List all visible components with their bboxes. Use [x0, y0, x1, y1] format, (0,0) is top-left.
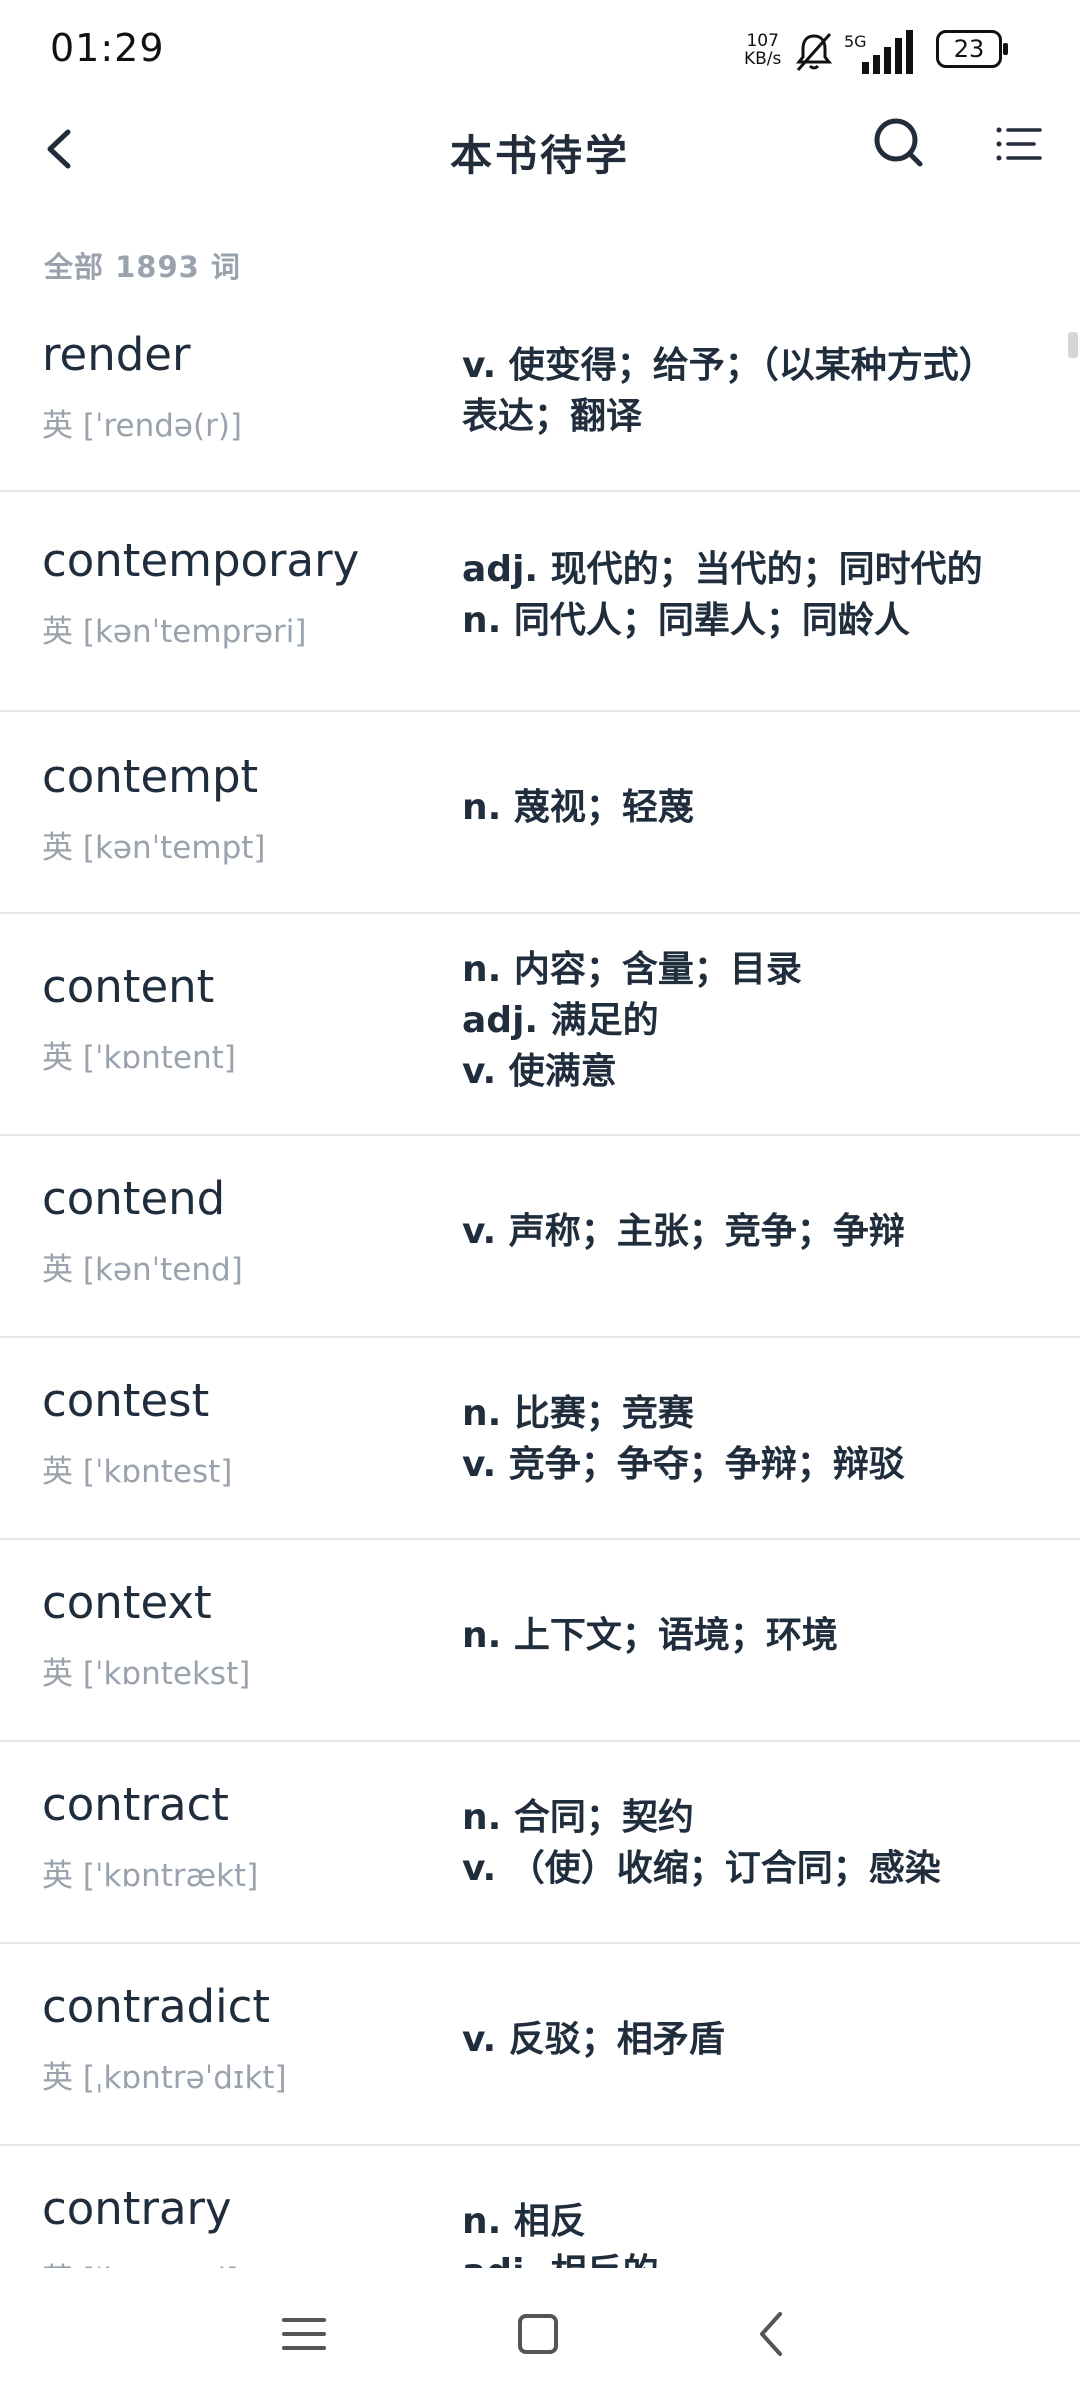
definition-line: n. 上下文；语境；环境 [462, 1615, 838, 1656]
word-phonetic: 英 [ˈkɒntent] [42, 1040, 236, 1076]
word-phonetic: 英 [ˈkɒntekst] [42, 1656, 251, 1692]
word-term: render [42, 328, 191, 381]
definition-line: v. 声称；主张；竞争；争辩 [462, 1211, 905, 1252]
definition-line: n. 比赛；竞赛 [462, 1393, 694, 1434]
word-definitions: n. 相反 adj. 相反的 [462, 2196, 1022, 2268]
signal-icon [862, 30, 913, 74]
word-phonetic: 英 [kənˈtend] [42, 1252, 243, 1288]
word-definitions: n. 蔑视；轻蔑 [462, 782, 1022, 833]
network-speed-value: 107 [746, 31, 779, 51]
word-definitions: n. 合同；契约 v. （使）收缩；订合同；感染 [462, 1792, 1022, 1894]
list-item[interactable]: contest 英 [ˈkɒntest] n. 比赛；竞赛 v. 竞争；争夺；争… [0, 1338, 1080, 1540]
word-count-label: 全部 1893 词 [44, 250, 241, 284]
definition-line: adj. 现代的；当代的；同时代的 [462, 549, 983, 590]
list-item[interactable]: contrary 英 [ˈkɒntrəri] n. 相反 adj. 相反的 [0, 2146, 1080, 2268]
recent-apps-icon[interactable] [278, 2308, 330, 2360]
word-term: contract [42, 1778, 229, 1831]
definition-line: n. 同代人；同辈人；同龄人 [462, 600, 910, 641]
definition-line: n. 相反 [462, 2201, 586, 2242]
definition-line: v. 竞争；争夺；争辩；辩驳 [462, 1444, 905, 1485]
definition-line: n. 蔑视；轻蔑 [462, 787, 694, 828]
network-speed: 107 KB/s [744, 32, 781, 68]
definition-line: adj. 满足的 [462, 1000, 659, 1041]
list-item[interactable]: contempt 英 [kənˈtempt] n. 蔑视；轻蔑 [0, 712, 1080, 914]
word-term: context [42, 1576, 212, 1629]
word-definitions: v. 反驳；相矛盾 [462, 2014, 1022, 2065]
definition-line: n. 内容；含量；目录 [462, 949, 802, 990]
battery-icon: 23 [936, 30, 1008, 68]
definition-line: v. 使变得；给予；（以某种方式）表达；翻译 [462, 345, 995, 437]
word-term: contradict [42, 1980, 270, 2033]
word-phonetic: 英 [kənˈtemprəri] [42, 614, 307, 650]
word-phonetic: 英 [kənˈtempt] [42, 830, 266, 866]
word-phonetic: 英 [ˈkɒntrækt] [42, 1858, 259, 1894]
system-nav-bar [0, 2268, 1080, 2400]
status-bar: 01:29 107 KB/s 5G 23 [0, 0, 1080, 100]
word-definitions: n. 上下文；语境；环境 [462, 1610, 1022, 1661]
word-term: contrary [42, 2182, 232, 2235]
word-definitions: n. 比赛；竞赛 v. 竞争；争夺；争辩；辩驳 [462, 1388, 1022, 1490]
home-icon[interactable] [512, 2308, 564, 2360]
status-time: 01:29 [50, 26, 165, 70]
definition-line: v. （使）收缩；订合同；感染 [462, 1848, 941, 1889]
word-phonetic: 英 [ˌkɒntrəˈdɪkt] [42, 2060, 287, 2096]
app-header: 本书待学 [0, 100, 1080, 200]
definition-line: v. 反驳；相矛盾 [462, 2019, 725, 2060]
list-item[interactable]: contradict 英 [ˌkɒntrəˈdɪkt] v. 反驳；相矛盾 [0, 1944, 1080, 2146]
word-phonetic: 英 [ˈkɒntest] [42, 1454, 233, 1490]
bell-muted-icon [795, 33, 833, 71]
list-item[interactable]: contend 英 [kənˈtend] v. 声称；主张；竞争；争辩 [0, 1136, 1080, 1338]
word-definitions: adj. 现代的；当代的；同时代的 n. 同代人；同辈人；同龄人 [462, 544, 1022, 646]
list-item[interactable]: content 英 [ˈkɒntent] n. 内容；含量；目录 adj. 满足… [0, 914, 1080, 1136]
word-term: contemporary [42, 534, 360, 587]
search-icon[interactable] [870, 114, 926, 170]
word-term: contend [42, 1172, 226, 1225]
definition-line: adj. 相反的 [462, 2247, 1022, 2268]
list-item[interactable]: context 英 [ˈkɒntekst] n. 上下文；语境；环境 [0, 1540, 1080, 1742]
word-phonetic: 英 [ˈkɒntrəri] [42, 2254, 238, 2268]
word-definitions: n. 内容；含量；目录 adj. 满足的 v. 使满意 [462, 944, 1022, 1097]
word-definitions: v. 使变得；给予；（以某种方式）表达；翻译 [462, 340, 1022, 442]
definition-line: n. 合同；契约 [462, 1797, 694, 1838]
word-term: contest [42, 1374, 210, 1427]
back-nav-icon[interactable] [746, 2308, 798, 2360]
list-item[interactable]: contemporary 英 [kənˈtemprəri] adj. 现代的；当… [0, 492, 1080, 712]
word-list: render 英 [ˈrendə(r)] v. 使变得；给予；（以某种方式）表达… [0, 300, 1080, 2268]
list-item[interactable]: render 英 [ˈrendə(r)] v. 使变得；给予；（以某种方式）表达… [0, 300, 1080, 492]
network-speed-unit: KB/s [744, 49, 782, 69]
list-menu-icon[interactable] [994, 118, 1046, 170]
list-item[interactable]: contract 英 [ˈkɒntrækt] n. 合同；契约 v. （使）收缩… [0, 1742, 1080, 1944]
word-term: content [42, 960, 215, 1013]
word-definitions: v. 声称；主张；竞争；争辩 [462, 1206, 1022, 1257]
definition-line: v. 使满意 [462, 1051, 617, 1092]
word-phonetic: 英 [ˈrendə(r)] [42, 408, 243, 444]
word-term: contempt [42, 750, 259, 803]
